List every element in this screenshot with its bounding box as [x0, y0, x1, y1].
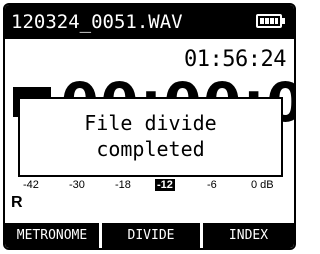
message-dialog: File divide completed: [18, 97, 283, 177]
dialog-line-1: File divide: [84, 111, 217, 135]
title-bar: 120324_0051.WAV: [5, 5, 294, 39]
level-meter-scale: -42 -30 -18 -12 -6 0 dB: [5, 179, 294, 195]
meter-tick: -30: [69, 179, 85, 191]
meter-tick: -18: [115, 179, 131, 191]
meter-tick: 0 dB: [251, 179, 274, 191]
meter-tick-highlighted: -12: [155, 179, 175, 191]
meter-tick: -6: [207, 179, 217, 191]
battery-icon: [256, 14, 285, 28]
recorder-screen: 120324_0051.WAV 01:56:24 00:00:00 File d…: [3, 3, 296, 250]
channel-label: R: [11, 194, 23, 211]
dialog-line-2: completed: [96, 137, 205, 161]
file-name: 120324_0051.WAV: [11, 11, 183, 33]
metronome-softkey[interactable]: METRONOME: [5, 223, 99, 248]
softkey-bar: METRONOME DIVIDE INDEX: [5, 223, 294, 248]
index-softkey[interactable]: INDEX: [203, 223, 294, 248]
meter-tick: -42: [23, 179, 39, 191]
divide-softkey[interactable]: DIVIDE: [102, 223, 200, 248]
remaining-time: 01:56:24: [184, 47, 286, 72]
